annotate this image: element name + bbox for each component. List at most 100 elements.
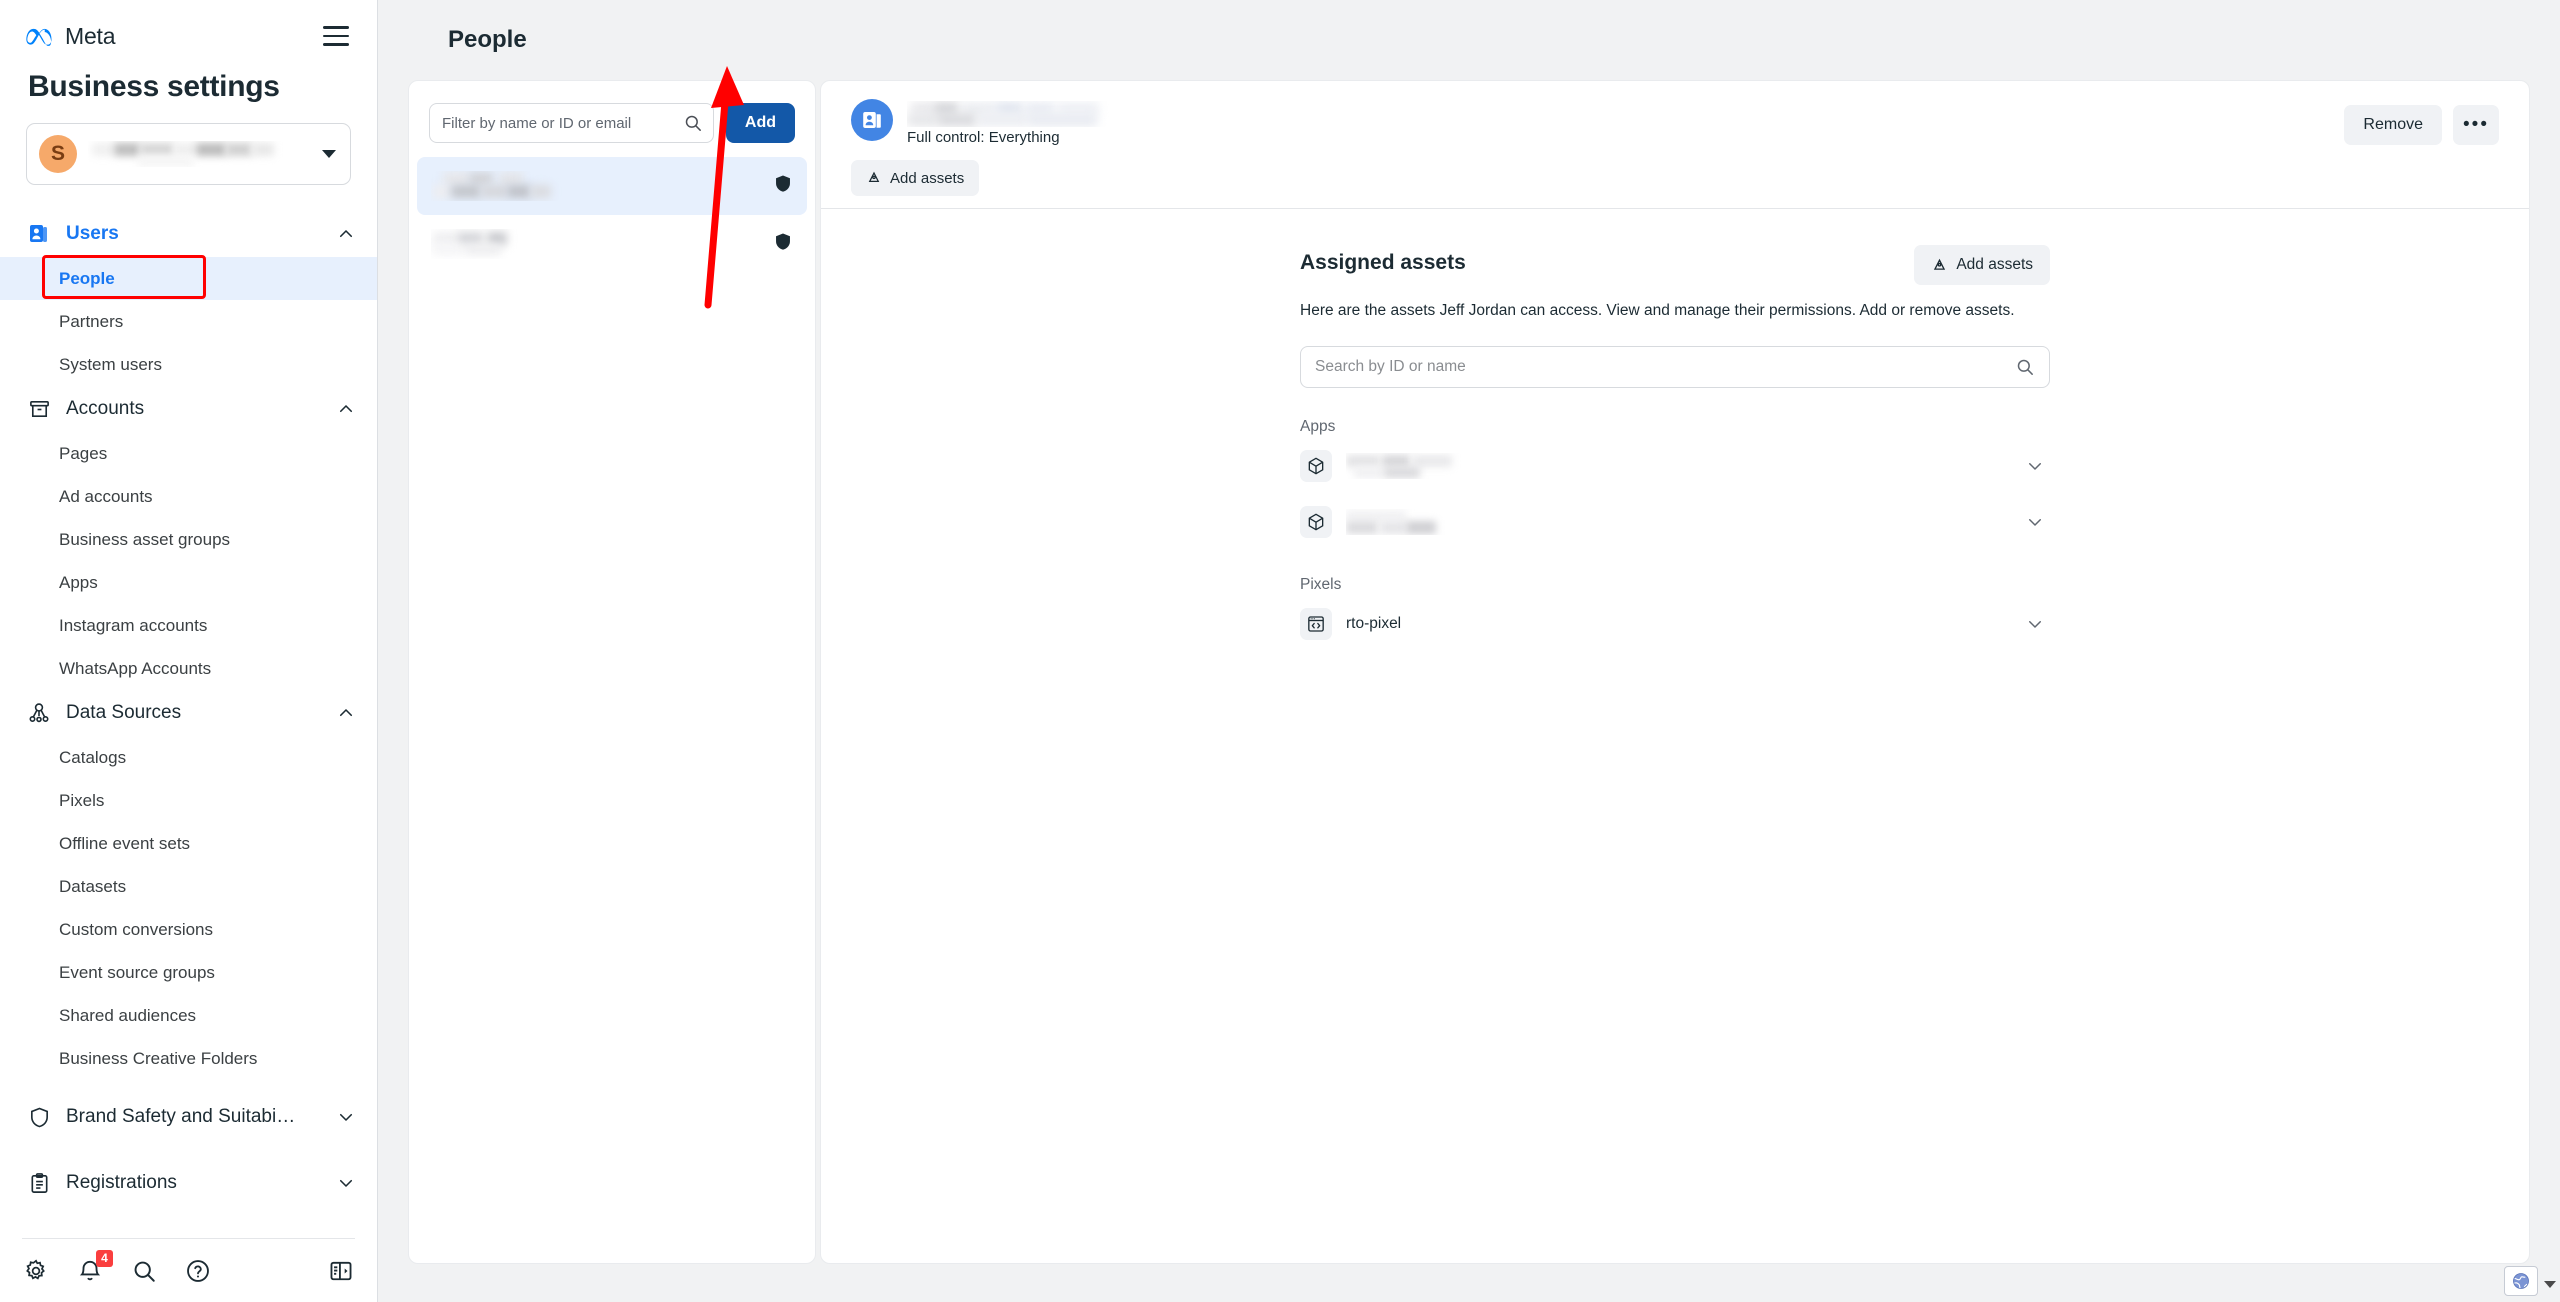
clipboard-icon [26,1170,52,1196]
search-icon [2017,360,2033,376]
sidebar-group-accounts[interactable]: Accounts [0,386,377,432]
shield-icon [26,1104,52,1130]
sidebar-item-label: Datasets [59,876,127,896]
sidebar-group-users[interactable]: Users [0,211,377,257]
remove-button[interactable]: Remove [2344,105,2442,145]
asset-name-redacted [1346,509,2026,535]
sidebar-item-catalogs[interactable]: Catalogs [0,736,377,779]
sidebar-group-label: Users [66,223,119,244]
detail-header-actions: Remove ••• [2344,105,2499,145]
sidebar-item-event-source-groups[interactable]: Event source groups [0,951,377,994]
sidebar-item-offline-event-sets[interactable]: Offline event sets [0,822,377,865]
data-sources-node-icon [26,700,52,726]
sidebar-item-label: WhatsApp Accounts [59,658,212,678]
people-list-panel: Add [408,80,816,1264]
assigned-assets-section: Assigned assets Add assets Here are the … [1300,245,2050,1263]
sidebar-item-label: Business Creative Folders [59,1048,258,1068]
add-assets-icon [868,171,880,183]
sidebar-item-whatsapp-accounts[interactable]: WhatsApp Accounts [0,647,377,690]
sidebar-item-partners[interactable]: Partners [0,300,377,343]
sidebar-item-custom-conversions[interactable]: Custom conversions [0,908,377,951]
header-add-assets-button[interactable]: Add assets [851,160,980,196]
business-selector[interactable]: S [26,123,351,185]
people-list-item[interactable] [417,215,807,273]
assigned-assets-title: Assigned assets [1300,251,1466,274]
pixel-code-icon [1300,608,1332,641]
gear-icon[interactable] [22,1257,50,1285]
role-shield-icon [773,174,793,199]
header-add-assets-label: Add assets [890,169,965,187]
chevron-up-icon [339,230,353,238]
sidebar-footer-toolbar: 4 [22,1238,355,1302]
cube-icon [1300,506,1332,539]
sidebar-item-apps[interactable]: Apps [0,561,377,604]
detail-name-redacted [907,101,1127,127]
add-assets-icon [1934,258,1946,270]
help-circle-icon[interactable] [184,1257,212,1285]
sidebar-item-label: Offline event sets [59,833,191,853]
sidebar-group-data-sources[interactable]: Data Sources [0,690,377,736]
main-header: People [378,0,2560,80]
assigned-assets-header: Assigned assets Add assets [1300,245,2050,285]
main-area: People Add [378,0,2560,1302]
sidebar-nav: Users People Partners System users Accou… [0,211,377,1238]
sidebar-item-ad-accounts[interactable]: Ad accounts [0,475,377,518]
sidebar-item-business-asset-groups[interactable]: Business asset groups [0,518,377,561]
sidebar-item-label: Catalogs [59,747,127,767]
asset-row[interactable] [1300,442,2050,490]
sidebar-item-business-creative-folders[interactable]: Business Creative Folders [0,1037,377,1080]
bell-icon[interactable]: 4 [76,1249,113,1285]
assigned-add-assets-button[interactable]: Add assets [1914,245,2050,285]
chevron-down-icon[interactable] [2026,615,2044,633]
sidebar-item-system-users[interactable]: System users [0,343,377,386]
people-filter-input[interactable] [442,114,683,132]
asset-group-label-pixels: Pixels [1300,576,1342,594]
hamburger-menu-icon[interactable] [321,21,351,51]
sidebar-item-label: People [59,268,115,288]
chevron-down-icon[interactable] [2026,457,2044,475]
app-root: Meta Business settings S Users People Pa… [0,0,2560,1302]
person-name-redacted [431,229,773,259]
sidebar-group-registrations[interactable]: Registrations [0,1160,377,1206]
sidebar-item-label: Business asset groups [59,529,231,549]
asset-row[interactable]: rto-pixel [1300,600,2050,648]
asset-search-input[interactable] [1315,358,2015,377]
detail-identity: Full control: Everything [851,99,2499,146]
asset-group-label-apps: Apps [1300,418,1336,436]
assigned-add-assets-label: Add assets [1956,256,2033,273]
search-icon[interactable] [130,1257,158,1285]
sidebar-group-label: Brand Safety and Suitabi… [66,1106,296,1127]
resize-caret-icon [2544,1281,2556,1288]
sidebar-group-label: Accounts [66,398,145,419]
add-button[interactable]: Add [725,103,795,143]
meta-wordmark: Meta [65,22,116,49]
collapse-panel-icon[interactable] [327,1257,355,1285]
chevron-down-icon[interactable] [2026,513,2044,531]
detail-body: Assigned assets Add assets Here are the … [821,209,2529,1263]
sidebar-item-people[interactable]: People [0,255,377,300]
sidebar-item-label: Pixels [59,790,105,810]
sidebar-item-instagram-accounts[interactable]: Instagram accounts [0,604,377,647]
sidebar-item-label: Pages [59,443,108,463]
detail-subtitle: Full control: Everything [907,129,1060,146]
people-filter-input-wrap[interactable] [429,103,714,143]
sidebar-item-label: Shared audiences [59,1005,197,1025]
archive-box-icon [26,396,52,422]
people-filter-row: Add [409,81,815,157]
sidebar-item-label: Event source groups [59,962,215,982]
sidebar-top: Meta Business settings S [0,0,377,185]
chevron-up-icon [339,405,353,413]
people-list-item[interactable] [417,157,807,215]
business-name-redacted [88,141,314,167]
cube-icon [1300,450,1332,483]
sidebar-item-shared-audiences[interactable]: Shared audiences [0,994,377,1037]
sidebar-item-pages[interactable]: Pages [0,432,377,475]
more-options-button[interactable]: ••• [2453,105,2499,145]
brand-row: Meta [26,16,351,56]
sidebar-group-brand-safety[interactable]: Brand Safety and Suitabi… [0,1094,377,1140]
asset-search-wrap[interactable] [1300,346,2050,389]
globe-icon[interactable] [2504,1266,2538,1296]
sidebar-item-pixels[interactable]: Pixels [0,779,377,822]
asset-row[interactable] [1300,498,2050,546]
sidebar-item-datasets[interactable]: Datasets [0,865,377,908]
